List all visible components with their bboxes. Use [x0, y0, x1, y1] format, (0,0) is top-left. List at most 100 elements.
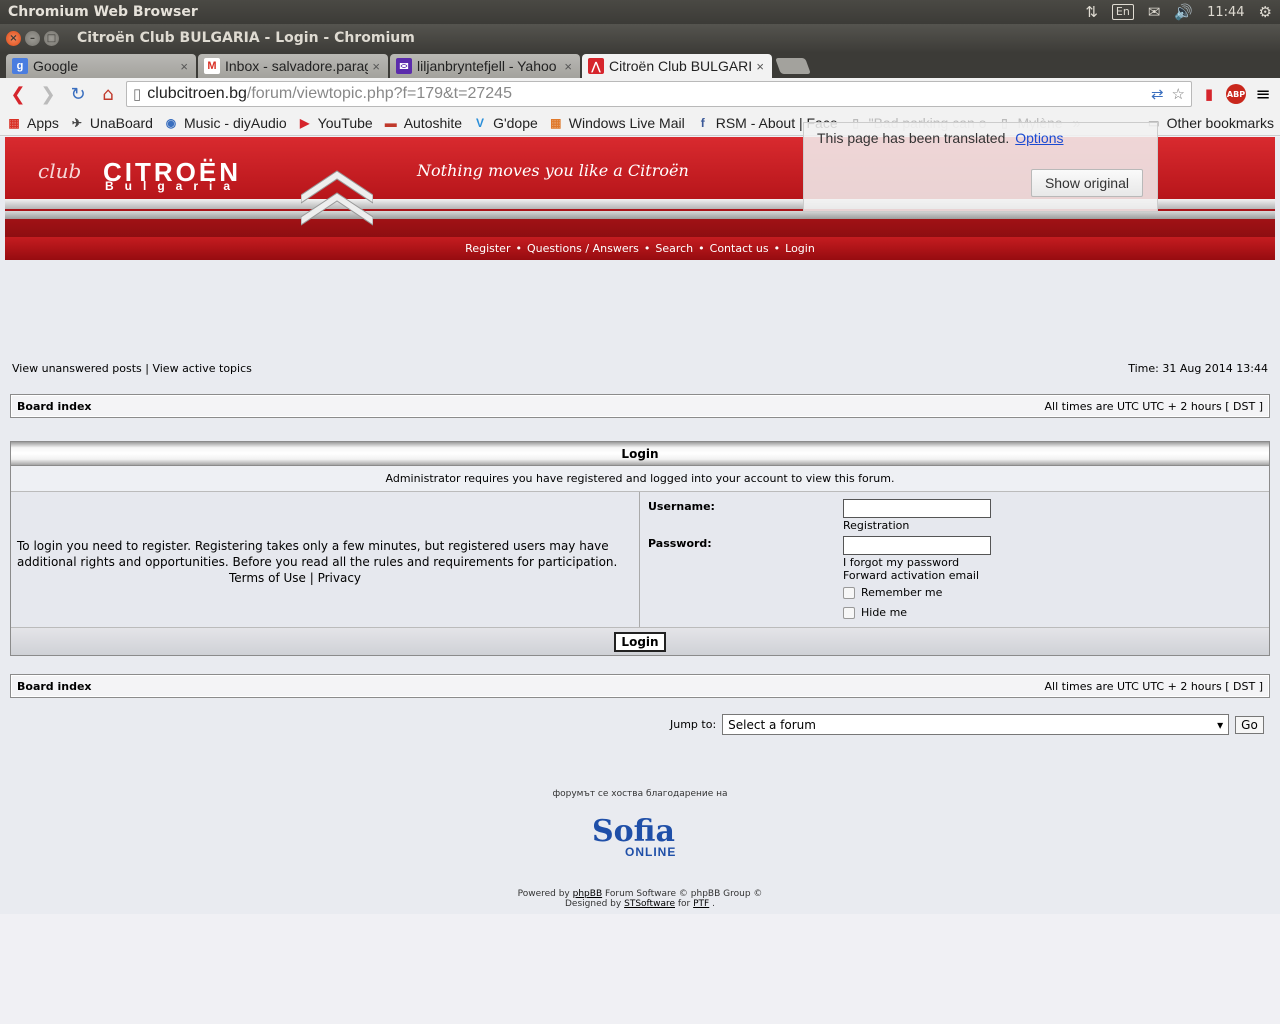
apps-icon: ▦: [8, 115, 20, 130]
bookmark-diyaudio[interactable]: ◉ Music - diyAudio: [163, 115, 287, 131]
close-icon[interactable]: ×: [180, 59, 188, 74]
username-input[interactable]: [843, 499, 991, 518]
breadcrumb: Board index All times are UTC UTC + 2 ho…: [10, 394, 1270, 418]
sofia-online-logo[interactable]: Sofia ONLINE: [592, 817, 682, 860]
network-icon[interactable]: ⇅: [1085, 3, 1098, 21]
adblock-plus-icon[interactable]: ABP: [1226, 84, 1246, 104]
autoshite-icon: ▬: [384, 115, 397, 130]
forum-navbar: Register • Questions / Answers • Search • C…: [5, 237, 1275, 260]
yahoo-mail-favicon-icon: ✉: [396, 58, 412, 74]
other-bookmarks[interactable]: ▭Other bookmarks: [1146, 115, 1274, 131]
close-icon[interactable]: ×: [564, 59, 572, 74]
plane-icon: ✈: [71, 115, 82, 130]
view-active-link[interactable]: View active topics: [152, 362, 251, 375]
windows-icon: ▦: [550, 115, 562, 130]
address-bar[interactable]: ▯ clubcitroen.bg /forum/viewtopic.php?f=…: [126, 81, 1192, 107]
hide-me-checkbox[interactable]: [843, 606, 855, 619]
tab-citroen-club[interactable]: ⋀ Citroën Club BULGARIA ×: [582, 54, 772, 78]
facebook-icon: f: [700, 115, 705, 130]
tab-label: Citroën Club BULGARIA: [609, 58, 753, 74]
url-host: clubcitroen.bg: [147, 85, 247, 102]
view-unanswered-link[interactable]: View unanswered posts: [12, 362, 142, 375]
volume-icon[interactable]: 🔊: [1174, 3, 1193, 21]
breadcrumb-bottom: Board index All times are UTC UTC + 2 ho…: [10, 674, 1270, 698]
clock[interactable]: 11:44: [1207, 5, 1244, 20]
remember-me-checkbox[interactable]: [843, 586, 855, 599]
window-title-bar: × – □ Citroën Club BULGARIA - Login - Ch…: [0, 24, 1280, 52]
hosting-credit: форумът се хоства благодарение на: [552, 789, 728, 799]
jump-to-forum: Jump to: Select a forum ▾ Go: [670, 714, 1264, 735]
nav-register[interactable]: Register: [465, 242, 510, 255]
home-icon[interactable]: ⌂: [96, 82, 120, 106]
bookmark-apps[interactable]: ▦ Apps: [6, 115, 59, 131]
close-icon[interactable]: ×: [756, 59, 764, 74]
translate-message: This page has been translated. Options: [817, 130, 1064, 146]
login-title: Login: [11, 442, 1269, 466]
terms-link[interactable]: Terms of Use: [229, 571, 306, 585]
stsoftware-link[interactable]: STSoftware: [624, 899, 675, 909]
new-tab-button[interactable]: [775, 58, 811, 74]
board-index-link[interactable]: Board index: [17, 400, 92, 413]
bookmark-autoshite[interactable]: ▬ Autoshite: [383, 115, 462, 131]
tab-google[interactable]: g Google ×: [6, 54, 196, 78]
phpbb-link[interactable]: phpBB: [573, 889, 602, 899]
bookmark-extension-icon[interactable]: ▮: [1198, 83, 1220, 105]
browser-toolbar: ❮ ❯ ↻ ⌂ ▯ clubcitroen.bg /forum/viewtopi…: [0, 78, 1280, 110]
dropdown-arrow-icon: ▾: [1217, 717, 1224, 732]
forward-icon[interactable]: ❯: [36, 82, 60, 106]
tab-gmail-inbox[interactable]: M Inbox - salvadore.paragon ×: [198, 54, 388, 78]
password-input[interactable]: [843, 536, 991, 555]
tab-label: liljanbryntefjell - Yahoo: [417, 58, 557, 74]
menu-icon[interactable]: ≡: [1252, 83, 1274, 105]
gear-icon[interactable]: ⚙: [1259, 3, 1272, 21]
translate-icon[interactable]: ⇄: [1151, 85, 1164, 103]
bookmark-gdope[interactable]: V G'dope: [472, 115, 538, 131]
current-time: Time: 31 Aug 2014 13:44: [1128, 362, 1268, 375]
close-icon[interactable]: ×: [372, 59, 380, 74]
keyboard-layout-indicator[interactable]: En: [1111, 4, 1134, 20]
ptf-link[interactable]: PTF: [693, 899, 709, 909]
window-title: Citroën Club BULGARIA - Login - Chromium: [77, 30, 415, 46]
back-icon[interactable]: ❮: [6, 82, 30, 106]
bookmark-unaboard[interactable]: ✈ UnaBoard: [69, 115, 153, 131]
url-path: /forum/viewtopic.php?f=179&t=27245: [246, 85, 512, 102]
bookmark-star-icon[interactable]: ☆: [1172, 85, 1185, 103]
page-content: club CITROËN Bulgaria Nothing moves you …: [0, 137, 1280, 1024]
vimeo-icon: V: [476, 115, 485, 130]
go-button[interactable]: Go: [1235, 715, 1264, 734]
window-close-button[interactable]: ×: [6, 30, 21, 46]
username-label: Username:: [648, 500, 715, 513]
page-blank-area: [0, 914, 1280, 1024]
window-minimize-button[interactable]: –: [25, 30, 40, 46]
privacy-link[interactable]: Privacy: [318, 571, 361, 585]
powered-by-footer: Powered by phpBB Forum Software © phpBB …: [517, 889, 763, 909]
forgot-password-link[interactable]: I forgot my password: [843, 556, 959, 569]
tab-strip: g Google × M Inbox - salvadore.paragon ×…: [0, 52, 1280, 78]
password-label: Password:: [648, 537, 712, 550]
mail-icon[interactable]: ✉: [1148, 3, 1161, 21]
window-maximize-button[interactable]: □: [44, 30, 59, 46]
translate-options-link[interactable]: Options: [1015, 130, 1063, 146]
bookmark-windows-live-mail[interactable]: ▦ Windows Live Mail: [548, 115, 685, 131]
timezone-info: All times are UTC UTC + 2 hours [ DST ]: [1044, 399, 1264, 413]
page-icon: ▯: [133, 86, 142, 103]
show-original-button[interactable]: Show original: [1030, 169, 1143, 197]
board-index-link[interactable]: Board index: [17, 680, 92, 693]
reload-icon[interactable]: ↻: [66, 82, 90, 106]
banner-slogan: Nothing moves you like a Citroën: [417, 161, 689, 180]
resend-activation-link[interactable]: Forward activation email: [843, 569, 979, 582]
system-tray: ⇅ En ✉ 🔊 11:44 ⚙: [1085, 3, 1272, 21]
forum-select[interactable]: Select a forum ▾: [722, 714, 1230, 735]
nav-contact[interactable]: Contact us: [710, 242, 769, 255]
tab-yahoo-mail[interactable]: ✉ liljanbryntefjell - Yahoo ×: [390, 54, 580, 78]
login-button[interactable]: Login: [614, 631, 666, 652]
registration-link[interactable]: Registration: [843, 519, 909, 532]
banner-club: club: [38, 159, 82, 183]
nav-search[interactable]: Search: [655, 242, 693, 255]
nav-faq[interactable]: Questions / Answers: [527, 242, 639, 255]
nav-login[interactable]: Login: [785, 242, 815, 255]
login-notice: Administrator requires you have register…: [11, 466, 1269, 492]
bookmark-youtube[interactable]: ▶ YouTube: [297, 115, 373, 131]
citroen-chevron-icon: [301, 170, 373, 226]
os-top-panel: Chromium Web Browser ⇅ En ✉ 🔊 11:44 ⚙: [0, 0, 1280, 24]
